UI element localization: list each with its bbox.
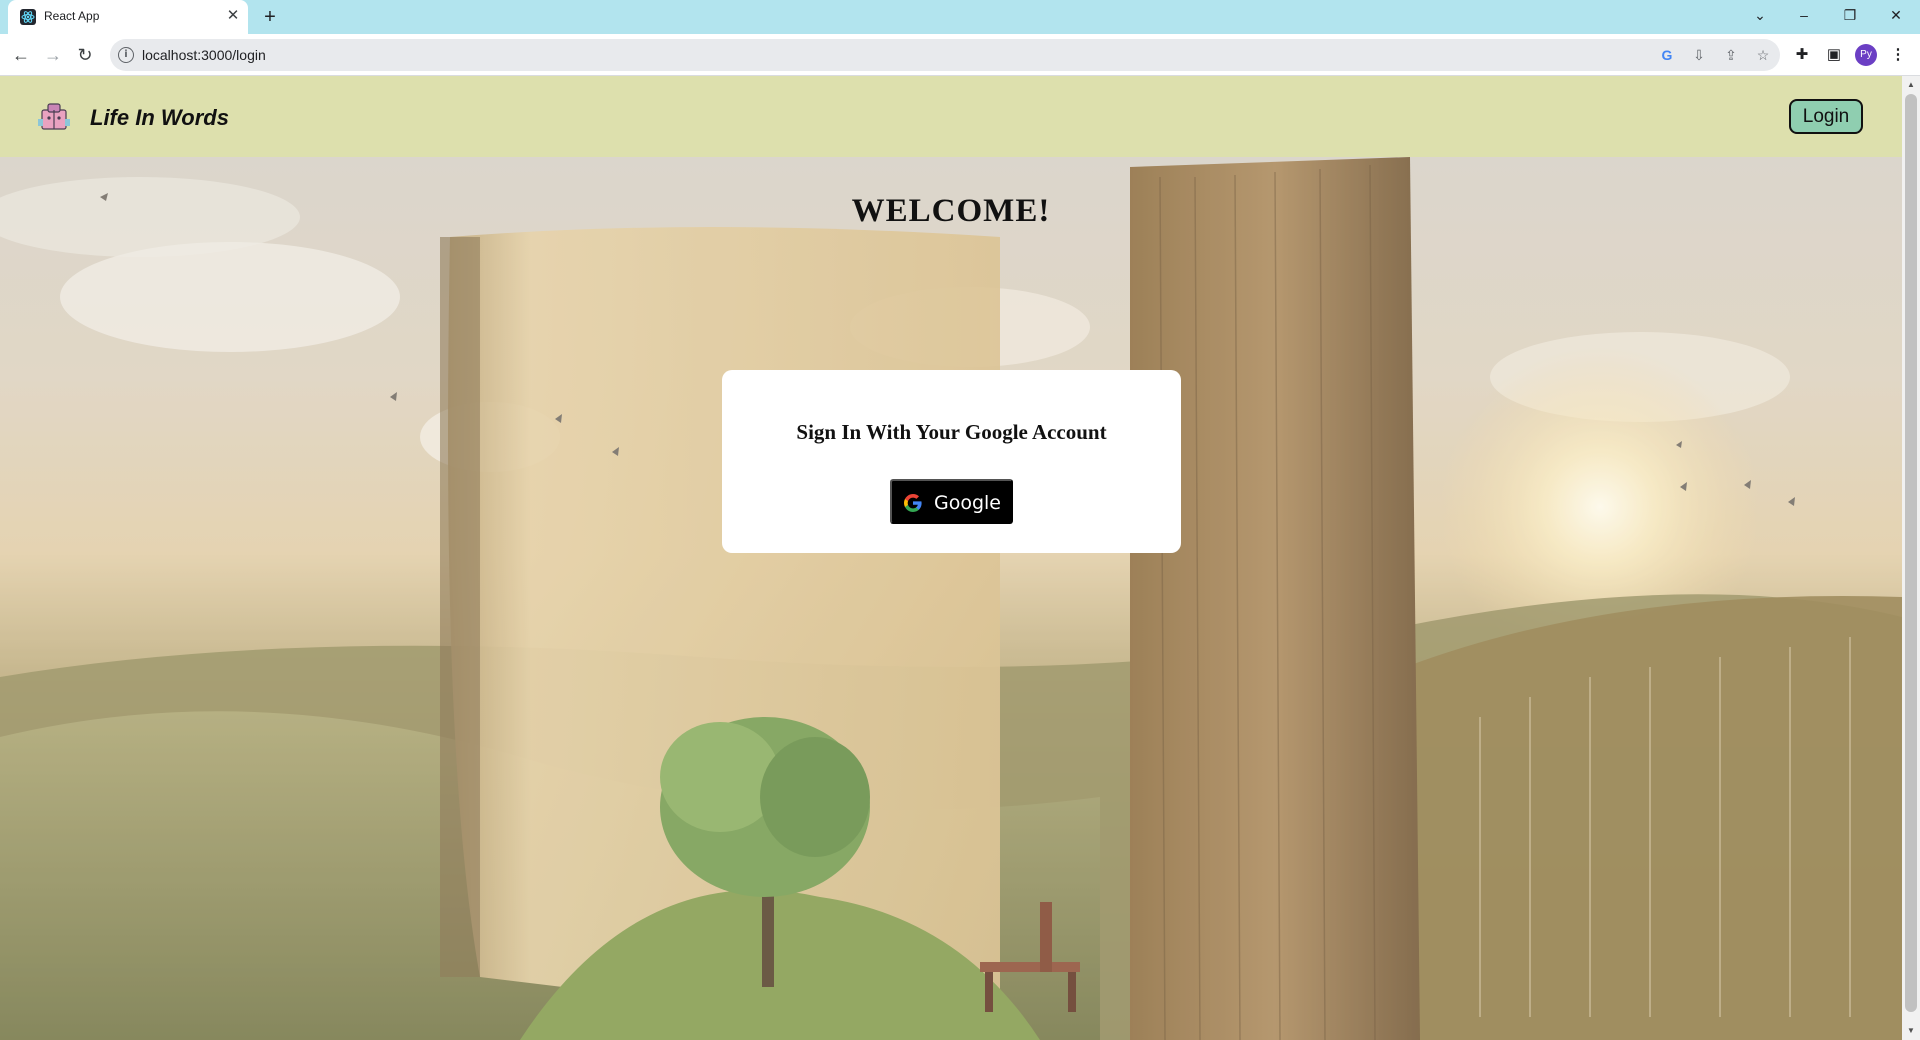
restore-button[interactable]: ❐ [1828,0,1872,30]
google-lens-icon[interactable]: G [1656,45,1678,65]
google-button-label: Google [934,492,1002,514]
back-arrow-icon[interactable]: ← [8,42,34,68]
side-panel-icon[interactable]: ▣ [1822,43,1846,67]
tab-title: React App [44,9,100,23]
menu-icon[interactable]: ⋮ [1886,43,1910,67]
site-navbar: Life In Words Login [0,76,1902,157]
browser-tab[interactable]: React App ✕ [8,0,248,34]
welcome-heading: WELCOME! [851,193,1051,229]
page-viewport: Life In Words Login WELCOME! Sign In Wit… [0,76,1920,1040]
star-icon[interactable]: ☆ [1752,45,1774,65]
scroll-up-icon[interactable]: ▲ [1907,80,1915,89]
book-landscape-illustration [0,157,1902,1040]
forward-arrow-icon[interactable]: → [40,42,66,68]
extensions-icon[interactable]: ✚ [1790,43,1814,67]
google-sign-in-button[interactable]: Google [890,479,1013,524]
login-button[interactable]: Login [1789,99,1863,134]
tab-strip: React App ✕ + ⌄ – ❐ ✕ [0,0,1920,34]
close-window-button[interactable]: ✕ [1874,0,1918,30]
new-tab-button[interactable]: + [258,5,282,29]
scrollbar-thumb[interactable] [1905,94,1917,1012]
reload-icon[interactable]: ↻ [72,42,98,68]
brand-title[interactable]: Life In Words [90,105,229,131]
react-favicon-icon [20,9,36,25]
hero-background: WELCOME! Sign In With Your Google Accoun… [0,157,1902,1040]
sign-in-title: Sign In With Your Google Account [796,420,1107,444]
info-icon[interactable]: i [118,47,134,63]
minimize-button[interactable]: – [1782,0,1826,30]
tab-search-icon[interactable]: ⌄ [1738,0,1782,30]
google-g-icon [904,494,922,512]
tab-close-icon[interactable]: ✕ [224,7,242,25]
scroll-down-icon[interactable]: ▼ [1907,1026,1915,1035]
share-icon[interactable]: ⇪ [1720,45,1742,65]
address-bar[interactable]: i localhost:3000/login G ⇩ ⇪ ☆ [110,39,1780,71]
address-url[interactable]: localhost:3000/login [142,47,266,63]
logo-icon[interactable] [38,101,70,131]
browser-toolbar: ← → ↻ i localhost:3000/login G ⇩ ⇪ ☆ ✚ ▣… [0,34,1920,76]
profile-avatar[interactable]: Py [1855,44,1877,66]
install-icon[interactable]: ⇩ [1688,45,1710,65]
page-scrollbar[interactable]: ▲ ▼ [1902,76,1920,1040]
sign-in-card: Sign In With Your Google Account Google [722,370,1181,553]
